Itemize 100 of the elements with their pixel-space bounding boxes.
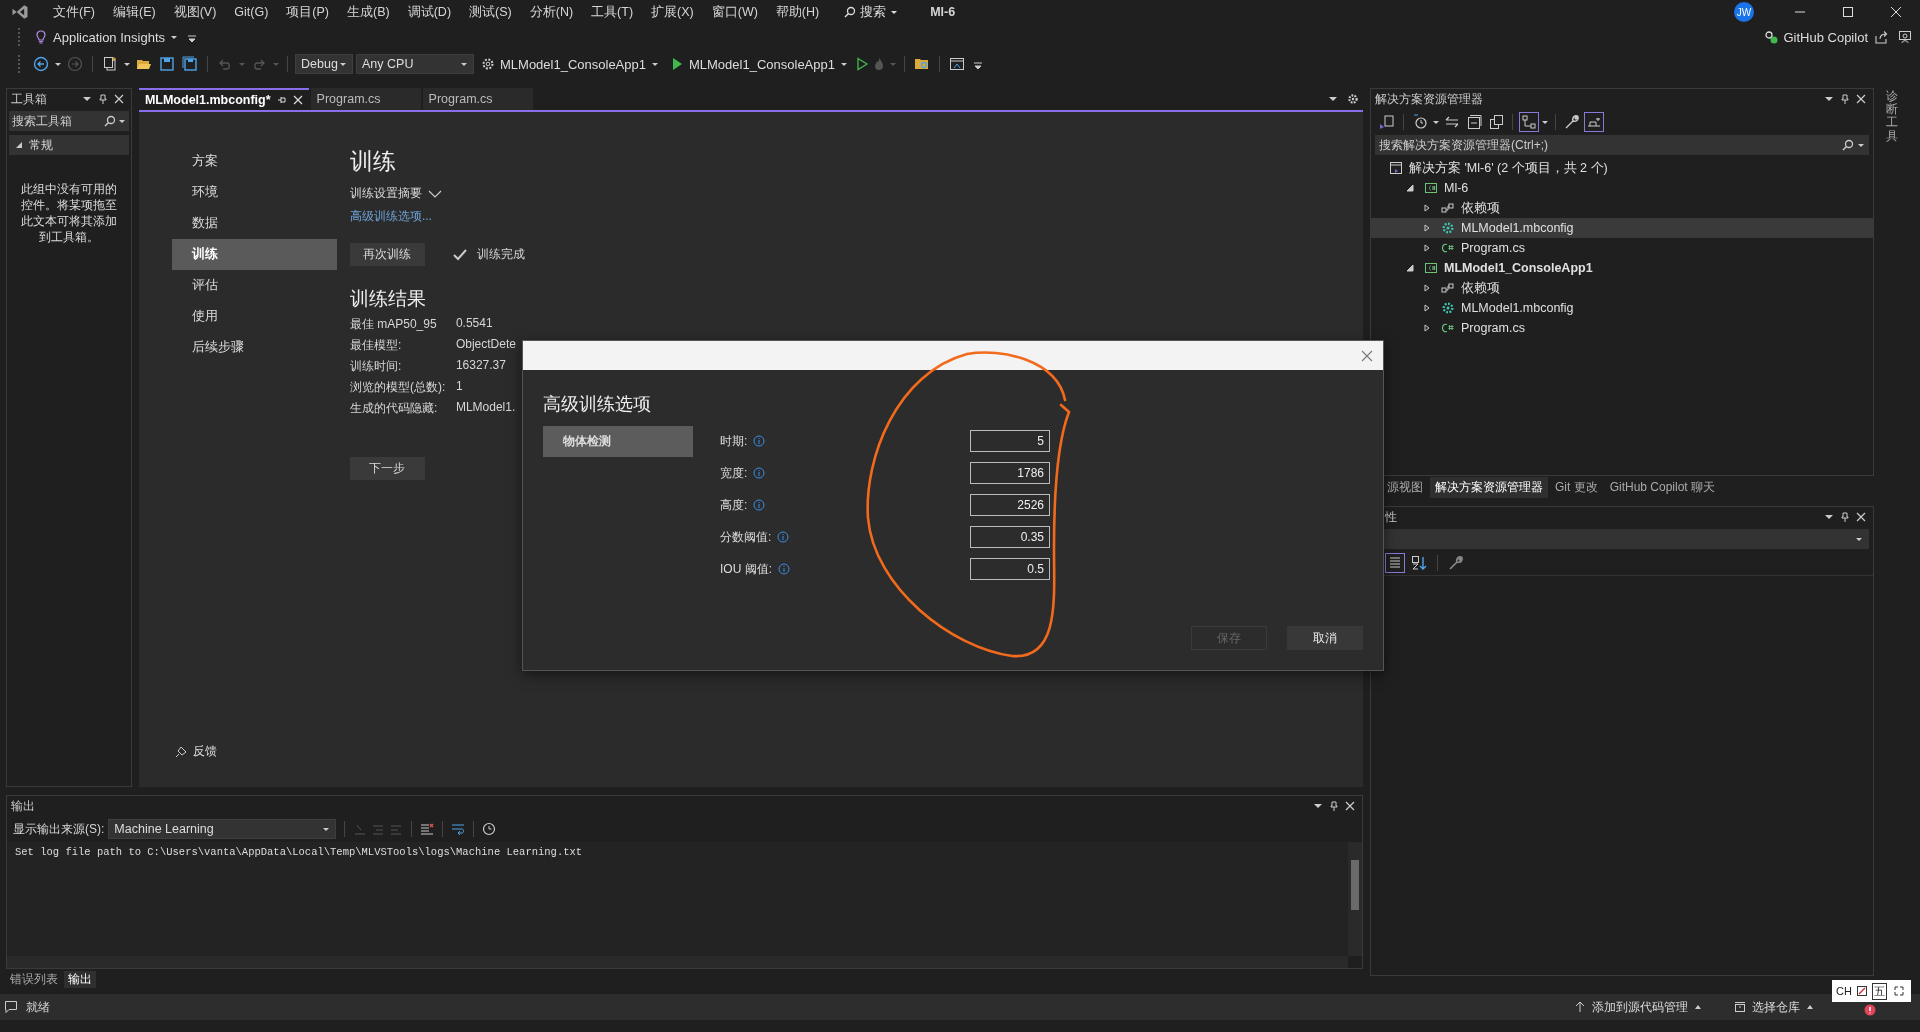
info-icon[interactable] — [778, 563, 790, 575]
search-box[interactable]: 搜索工具箱 — [9, 111, 129, 131]
expand-arrow-icon[interactable] — [1423, 284, 1431, 292]
save-icon[interactable] — [159, 56, 175, 72]
info-icon[interactable] — [753, 467, 766, 479]
editor-tab[interactable]: MLModel1.mbconfig* — [138, 88, 309, 110]
pin-icon[interactable] — [276, 95, 287, 105]
tree-item[interactable]: 依赖项 — [1371, 198, 1873, 218]
tree-item[interactable]: Program.cs — [1371, 238, 1873, 258]
scrollbar[interactable] — [7, 956, 1348, 968]
overflow-icon[interactable] — [187, 32, 197, 42]
expand-icon[interactable] — [1893, 986, 1904, 996]
search-icon[interactable] — [103, 115, 116, 127]
menu-item[interactable]: 编辑(E) — [103, 3, 165, 21]
tree-item[interactable]: MLModel1.mbconfig — [1371, 298, 1873, 318]
document-icon[interactable] — [1379, 114, 1395, 130]
toolbox-group[interactable]: 常规 — [9, 135, 129, 155]
clock-icon[interactable] — [1412, 114, 1428, 130]
overflow-icon[interactable] — [972, 59, 983, 69]
nav-item[interactable]: 后续步骤 — [171, 332, 337, 363]
info-icon[interactable] — [777, 531, 790, 543]
sync-arrows-icon[interactable] — [1444, 114, 1460, 130]
nav-item[interactable]: 方案 — [171, 146, 337, 177]
panel-tab[interactable]: Git 更改 — [1550, 476, 1603, 498]
side-tab[interactable]: 诊断工具 — [1886, 90, 1898, 143]
folder-search-icon[interactable] — [913, 56, 930, 72]
caret-icon[interactable] — [1541, 118, 1549, 126]
copy-icon[interactable] — [1488, 114, 1504, 130]
nav-item[interactable]: 评估 — [171, 270, 337, 301]
tree-item[interactable]: 解决方案 'Ml-6' (2 个项目，共 2 个) — [1371, 158, 1873, 178]
wrench-icon[interactable] — [1448, 555, 1464, 571]
dropdown-icon[interactable] — [1328, 94, 1338, 104]
source-dropdown[interactable]: Machine Learning — [108, 819, 337, 840]
tree-item[interactable]: 依赖项 — [1371, 278, 1873, 298]
summary-toggle[interactable]: 训练设置摘要 — [349, 185, 442, 202]
category-item[interactable]: 物体检测 — [543, 426, 693, 457]
tree-item[interactable]: MLModel1_ConsoleApp1 — [1371, 258, 1873, 278]
close-icon[interactable] — [1345, 801, 1355, 812]
run-button[interactable]: MLModel1_ConsoleApp1 — [666, 54, 852, 74]
clear-all-icon[interactable] — [420, 822, 435, 837]
menu-item[interactable]: 文件(F) — [44, 3, 104, 21]
nav-item[interactable]: 数据 — [171, 208, 337, 239]
menu-item[interactable]: 窗口(W) — [702, 3, 767, 21]
next-button[interactable]: 下一步 — [349, 457, 425, 480]
dropdown-icon[interactable] — [81, 94, 92, 104]
menu-item[interactable]: 分析(N) — [520, 3, 583, 21]
hierarchy-icon[interactable] — [1521, 114, 1537, 130]
expand-arrow-icon[interactable] — [1423, 204, 1431, 212]
window-icon[interactable] — [948, 56, 965, 72]
expand-arrow-icon[interactable] — [1423, 304, 1431, 312]
caret-icon[interactable] — [117, 117, 126, 125]
input-mode[interactable]: 五 — [1871, 982, 1887, 1000]
expand-arrow-icon[interactable] — [1406, 184, 1414, 192]
input-language[interactable]: CH — [1836, 985, 1852, 997]
share-icon[interactable] — [1874, 30, 1888, 44]
clock-icon[interactable] — [482, 822, 497, 837]
close-icon[interactable] — [113, 94, 124, 104]
insights-button[interactable]: Application Insights — [30, 27, 182, 47]
settings-icon[interactable] — [1347, 93, 1359, 105]
word-wrap-icon[interactable] — [451, 822, 466, 837]
menu-item[interactable]: 扩展(X) — [642, 3, 703, 21]
menu-item[interactable]: 测试(S) — [460, 3, 521, 21]
expand-arrow-icon[interactable] — [1423, 224, 1431, 232]
configuration-dropdown[interactable]: Debug — [295, 54, 353, 74]
tree-item[interactable]: Ml-6 — [1371, 178, 1873, 198]
pin-icon[interactable] — [1840, 512, 1850, 522]
repository-button[interactable]: 选择仓库 — [1728, 997, 1820, 1017]
input-field[interactable]: 1786 — [970, 462, 1050, 484]
expand-arrow-icon[interactable] — [15, 141, 23, 149]
info-icon[interactable] — [753, 499, 766, 511]
info-icon[interactable] — [753, 435, 766, 447]
avatar[interactable]: JW — [1734, 2, 1754, 22]
nav-item[interactable]: 训练 — [171, 239, 337, 270]
caret-icon[interactable] — [1432, 118, 1440, 126]
input-field[interactable]: 5 — [970, 430, 1050, 452]
editor-tab[interactable]: Program.cs — [422, 88, 533, 110]
panel-tab[interactable]: GitHub Copilot 聊天 — [1604, 476, 1721, 498]
menu-item[interactable]: 调试(D) — [398, 3, 461, 21]
panel-tab[interactable]: 解决方案资源管理器 — [1430, 476, 1548, 498]
panel-tab[interactable]: 错误列表 — [6, 971, 62, 988]
menu-item[interactable]: 工具(T) — [582, 3, 643, 21]
wrench-icon[interactable] — [1564, 114, 1580, 130]
close-icon[interactable] — [1856, 94, 1866, 104]
menu-item[interactable]: 视图(V) — [164, 3, 226, 21]
pin-icon[interactable] — [1329, 801, 1339, 812]
categorized-icon[interactable] — [1387, 555, 1403, 571]
caret-icon[interactable] — [1857, 141, 1865, 149]
input-field[interactable]: 0.35 — [970, 526, 1050, 548]
dropdown-icon[interactable] — [1824, 512, 1834, 522]
preview-icon[interactable] — [1586, 114, 1602, 130]
caret-icon[interactable] — [123, 60, 131, 68]
feedback-icon[interactable] — [1898, 30, 1912, 44]
search-field[interactable]: 搜索解决方案资源管理器(Ctrl+;) — [1379, 138, 1839, 152]
search-box[interactable]: 搜索解决方案资源管理器(Ctrl+;) — [1375, 135, 1869, 155]
new-item-icon[interactable] — [102, 56, 118, 72]
feedback-link[interactable]: 反馈 — [168, 742, 223, 762]
run-without-debugging-icon[interactable] — [854, 57, 869, 71]
copilot-button[interactable]: GitHub Copilot — [1760, 27, 1872, 47]
panel-tab[interactable]: 源视图 — [1382, 476, 1428, 498]
editor-tab[interactable]: Program.cs — [310, 88, 421, 110]
